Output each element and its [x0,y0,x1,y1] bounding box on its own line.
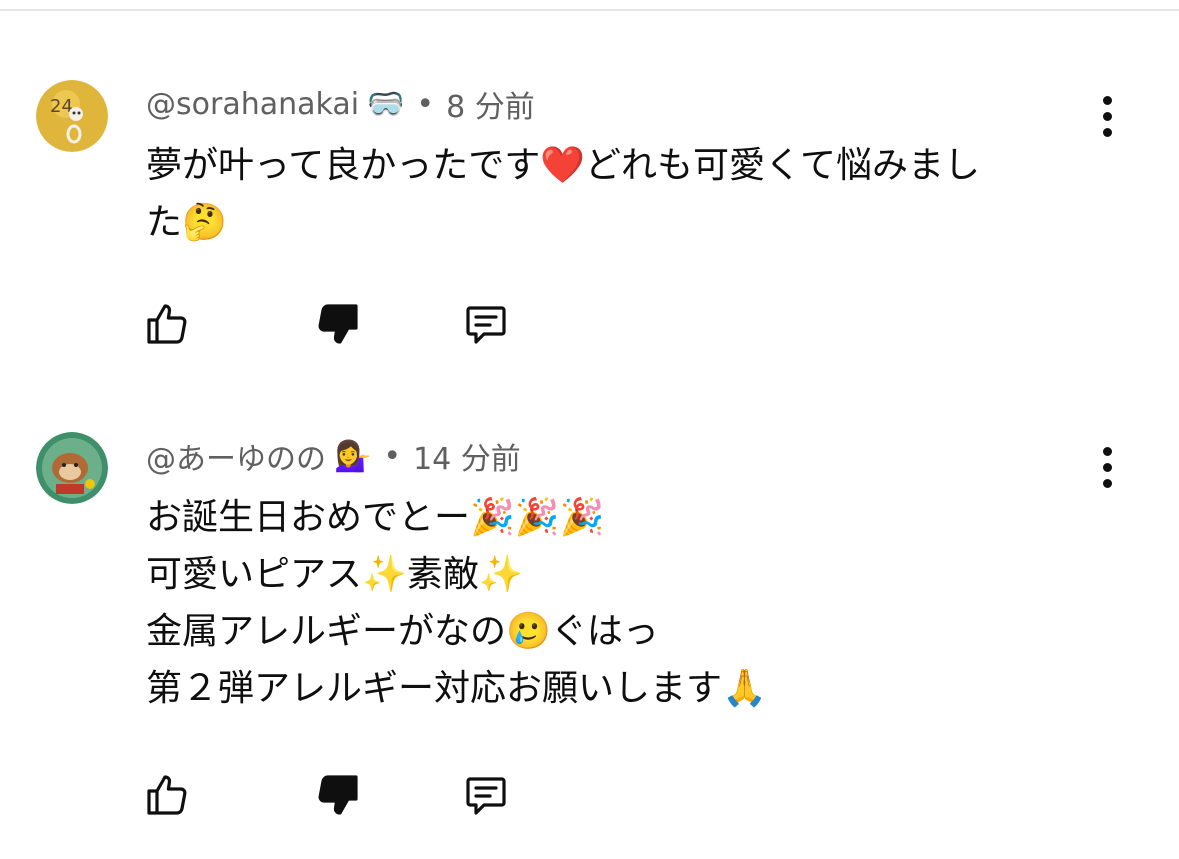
author-badge-emoji: 🥽 [367,86,405,122]
more-vertical-icon [1102,446,1112,456]
comment-author[interactable]: @あーゆのの [146,434,326,478]
comment-text-line: 金属アレルギーがなの🥲ぐはっ [146,611,659,652]
comment-text: お誕生日おめでとー🎉🎉🎉 可愛いピアス✨素敵✨ 金属アレルギーがなの🥲ぐはっ 第… [146,489,1086,717]
comment-meta: @あーゆのの 💁‍♀️ • 14 分前 [146,434,521,478]
comment-author[interactable]: @sorahanakai [146,87,359,122]
like-button[interactable] [139,767,195,823]
commenter-avatar[interactable] [36,432,108,504]
author-badge-emoji: 💁‍♀️ [334,438,372,474]
reply-button[interactable] [458,296,514,352]
more-vertical-icon-dot [1102,111,1112,121]
more-vertical-icon-dot [1102,478,1112,488]
commenter-avatar[interactable]: 24 [36,80,108,152]
dislike-button[interactable] [310,767,366,823]
comment-text: 夢が叶って良かったです❤️どれも可愛くて悩みまし た🤔 [146,137,1086,251]
comment-text-line: た🤔 [146,202,227,243]
like-button[interactable] [139,296,195,352]
thumbs-up-icon [147,775,187,815]
more-vertical-icon-dot [1102,127,1112,137]
comment-meta: @sorahanakai 🥽 • 8 分前 [146,82,535,126]
reply-button[interactable] [458,767,514,823]
more-options-button[interactable] [1088,439,1126,495]
comment-time[interactable]: 8 分前 [446,82,535,126]
thumbs-up-icon [147,304,187,344]
more-options-button[interactable] [1088,88,1126,144]
comment-text-line: 夢が叶って良かったです❤️どれも可愛くて悩みまし [146,145,980,186]
comment-text-line: お誕生日おめでとー🎉🎉🎉 [146,497,605,538]
avatar-image: 24 [36,80,108,152]
meta-separator: • [416,86,435,122]
avatar-image [36,432,108,504]
top-divider [0,9,1179,11]
reply-comment-icon [466,306,506,344]
thumbs-down-icon [318,775,358,815]
reply-comment-icon [466,777,506,815]
comment-text-line: 可愛いピアス✨素敵✨ [146,554,524,595]
comment-time[interactable]: 14 分前 [413,434,521,478]
thumbs-down-icon [318,304,358,344]
more-vertical-icon [1102,95,1112,105]
dislike-button[interactable] [310,296,366,352]
comment-text-line: 第２弾アレルギー対応お願いします🙏 [146,668,767,709]
meta-separator: • [383,438,402,474]
more-vertical-icon-dot [1102,462,1112,472]
